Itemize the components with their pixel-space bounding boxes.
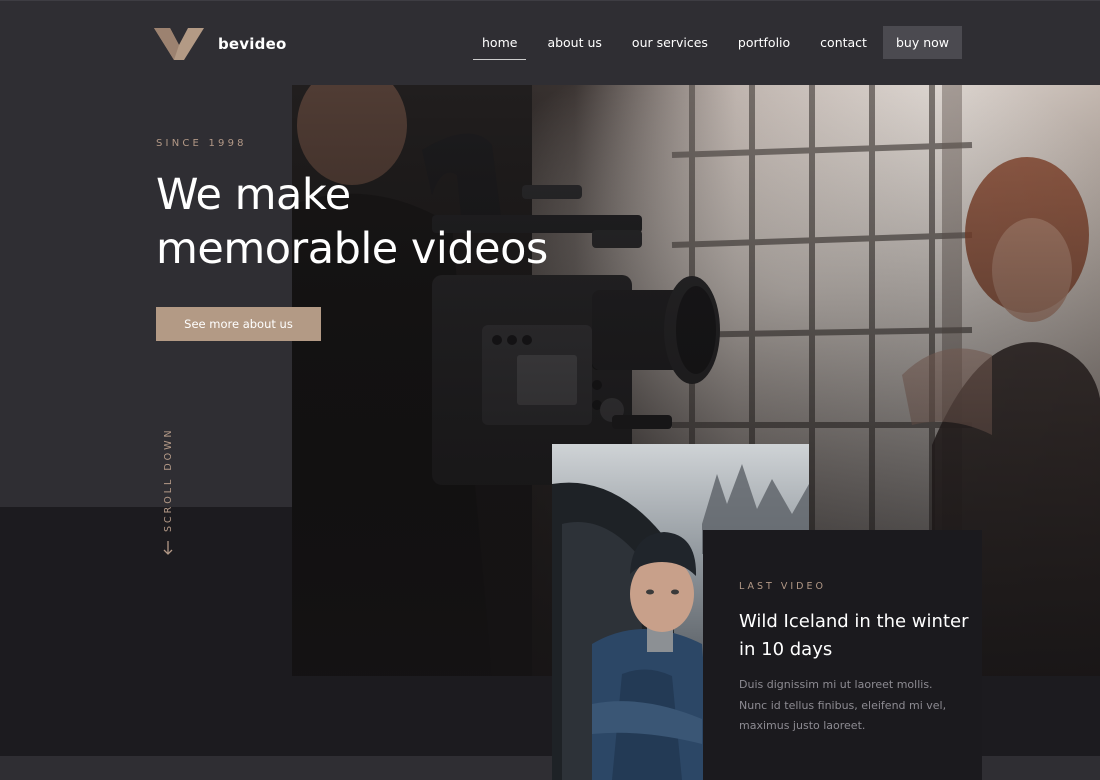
arrow-down-icon — [163, 541, 173, 555]
nav-item-contact[interactable]: contact — [811, 28, 876, 60]
nav-item-portfolio[interactable]: portfolio — [729, 28, 799, 60]
last-video-title[interactable]: Wild Iceland in the winter in 10 days — [739, 608, 969, 664]
hero-title: We make memorable videos — [156, 168, 676, 276]
hero-title-line-1: We make — [156, 170, 351, 220]
brand-logo[interactable]: bevideo — [154, 28, 286, 60]
nav-item-about-us[interactable]: about us — [538, 28, 610, 60]
see-more-button[interactable]: See more about us — [156, 307, 321, 341]
nav-item-our-services[interactable]: our services — [623, 28, 717, 60]
top-border — [0, 0, 1100, 1]
last-video-card: LAST VIDEO Wild Iceland in the winter in… — [703, 530, 982, 780]
hero-eyebrow: SINCE 1998 — [156, 138, 247, 149]
last-video-description: Duis dignissim mi ut laoreet mollis. Nun… — [739, 678, 947, 732]
buy-now-button[interactable]: buy now — [883, 26, 962, 59]
logo-v-icon — [154, 28, 204, 60]
nav-item-home[interactable]: home — [473, 28, 527, 60]
scroll-down-link[interactable]: SCROLL DOWN — [158, 422, 178, 562]
main-nav: home about us our services portfolio con… — [473, 28, 888, 60]
last-video-eyebrow: LAST VIDEO — [739, 581, 826, 592]
hero-title-line-2: memorable videos — [156, 224, 548, 274]
brand-name: bevideo — [218, 35, 287, 53]
scroll-down-label: SCROLL DOWN — [163, 427, 174, 532]
